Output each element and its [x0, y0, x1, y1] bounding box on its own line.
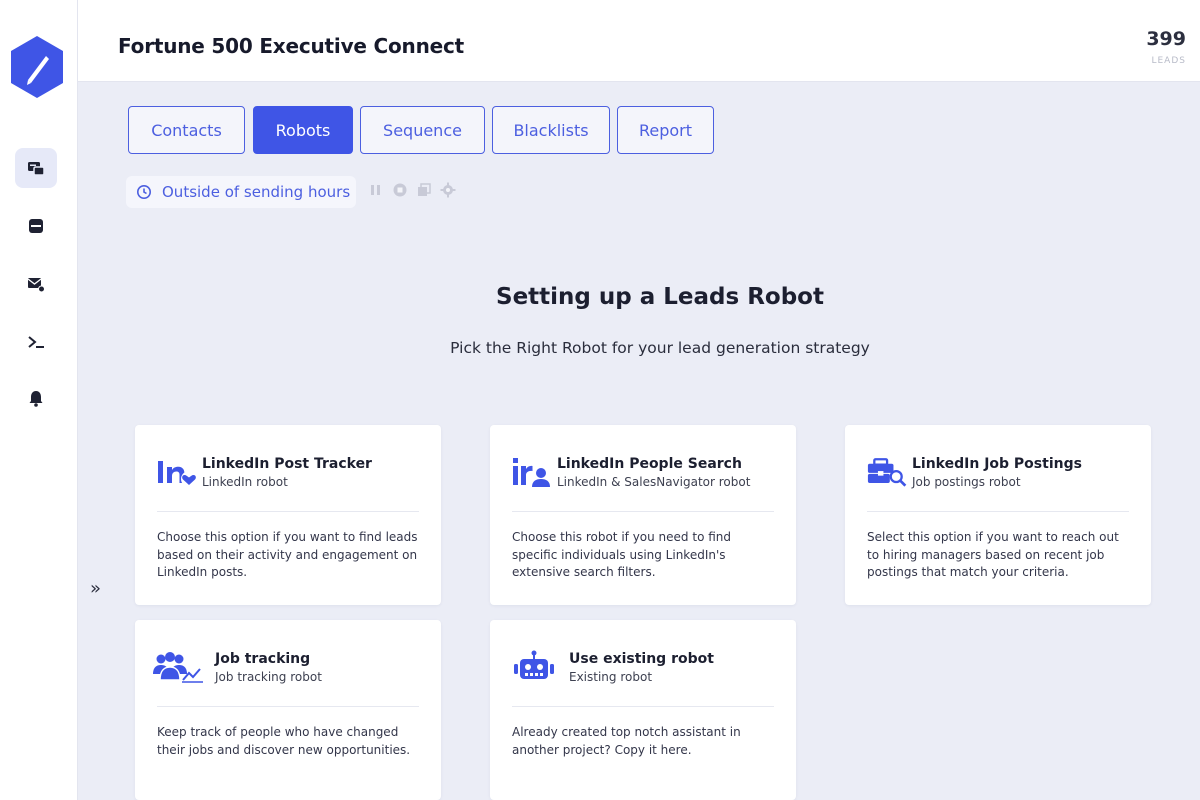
card-description: Choose this option if you want to find l… [157, 530, 418, 579]
card-divider [867, 511, 1129, 512]
robot-icon [514, 650, 554, 679]
tab-blacklists[interactable]: Blacklists [492, 106, 610, 154]
tab-sequence[interactable]: Sequence [360, 106, 485, 154]
card-subtitle: Job tracking robot [215, 670, 322, 684]
card-divider [157, 706, 419, 707]
lead-count-label: LEADS [1151, 56, 1186, 66]
logo-icon[interactable] [8, 34, 66, 100]
status-badge: Outside of sending hours [126, 176, 356, 208]
stop-icon[interactable] [392, 182, 408, 198]
robot-toolbar [368, 182, 456, 198]
section-title: Setting up a Leads Robot [496, 284, 824, 310]
gear-icon[interactable] [440, 182, 456, 198]
status-text: Outside of sending hours [162, 183, 351, 201]
header: Fortune 500 Executive Connect 399 LEADS [78, 0, 1200, 82]
clock-icon [137, 185, 151, 199]
card-title: Job tracking [215, 651, 311, 667]
tab-contacts[interactable]: Contacts [128, 106, 245, 154]
tab-robots[interactable]: Robots [253, 106, 353, 154]
card-description: Select this option if you want to reach … [867, 530, 1119, 579]
card-divider [157, 511, 419, 512]
nav-bell-icon[interactable] [15, 378, 57, 418]
robot-card-linkedin-job-postings[interactable]: LinkedIn Job Postings Job postings robot… [845, 425, 1151, 605]
people-chart-icon [153, 652, 203, 683]
lead-count: 399 [1146, 28, 1186, 50]
card-description: Already created top notch assistant in a… [512, 725, 741, 757]
robot-card-job-tracking[interactable]: Job tracking Job tracking robot Keep tra… [135, 620, 441, 800]
card-divider [512, 511, 774, 512]
robot-card-linkedin-post-tracker[interactable]: LinkedIn Post Tracker LinkedIn robot Cho… [135, 425, 441, 605]
card-description: Choose this robot if you need to find sp… [512, 530, 731, 579]
expand-sidebar-button[interactable]: » [90, 578, 101, 599]
pause-icon[interactable] [368, 182, 384, 198]
card-subtitle: Existing robot [569, 670, 653, 684]
card-title: LinkedIn Job Postings [912, 456, 1082, 472]
linkedin-heart-icon [158, 461, 197, 487]
card-description: Keep track of people who have changed th… [157, 725, 411, 757]
robot-card-linkedin-people-search[interactable]: LinkedIn People Search LinkedIn & SalesN… [490, 425, 796, 605]
card-subtitle: LinkedIn & SalesNavigator robot [557, 475, 751, 489]
briefcase-search-icon [867, 458, 907, 487]
card-title: LinkedIn People Search [557, 456, 742, 472]
tab-report[interactable]: Report [617, 106, 714, 154]
nav-campaigns-icon[interactable] [15, 148, 57, 188]
nav-inbox-icon[interactable] [15, 206, 57, 246]
linkedin-person-icon [513, 458, 550, 487]
page-title: Fortune 500 Executive Connect [118, 34, 465, 58]
card-divider [512, 706, 774, 707]
copy-icon[interactable] [416, 182, 432, 198]
sidebar [0, 0, 78, 800]
card-subtitle: LinkedIn robot [202, 475, 288, 489]
robot-card-use-existing-robot[interactable]: Use existing robot Existing robot Alread… [490, 620, 796, 800]
card-title: Use existing robot [569, 651, 714, 667]
section-subtitle: Pick the Right Robot for your lead gener… [450, 339, 870, 357]
card-subtitle: Job postings robot [912, 475, 1021, 489]
card-title: LinkedIn Post Tracker [202, 456, 372, 472]
